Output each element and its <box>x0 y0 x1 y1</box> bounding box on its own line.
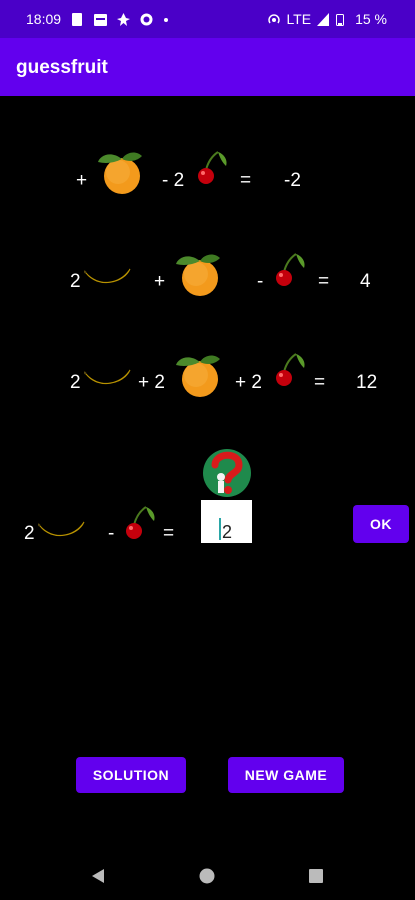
question-operator-2: - <box>108 523 115 544</box>
status-bar: 18:09 LTE 15 % <box>0 0 415 38</box>
signal-icon <box>317 12 330 26</box>
equation-2-coefficient-1: 2 <box>70 271 81 292</box>
cherry-icon <box>275 353 306 387</box>
equation-2-operator-3: - <box>257 271 264 292</box>
app-title: guessfruit <box>16 57 108 78</box>
banana-icon <box>84 369 131 385</box>
equation-2-equals: = <box>318 271 330 292</box>
equation-2-result: 4 <box>360 271 371 292</box>
recents-icon[interactable] <box>308 868 324 884</box>
equation-3-coefficient-1: 2 <box>70 372 81 393</box>
text-cursor <box>219 518 221 540</box>
status-left: 18:09 <box>26 11 176 27</box>
new-game-button[interactable]: NEW GAME <box>228 757 344 793</box>
cherry-icon <box>125 506 156 540</box>
orange-icon <box>176 355 220 397</box>
cherry-icon <box>197 151 228 185</box>
question-mark-icon <box>203 449 251 497</box>
calendar-icon <box>94 13 108 26</box>
banana-icon <box>84 268 131 284</box>
equation-3-equals: = <box>314 372 326 393</box>
equation-3-operator-3: + 2 <box>235 372 262 393</box>
app-notification-icon <box>140 13 153 26</box>
status-right: LTE 15 % <box>267 11 387 27</box>
equation-1-operator-2: - 2 <box>162 170 185 191</box>
status-time: 18:09 <box>26 11 62 27</box>
question-coefficient-1: 2 <box>24 523 35 544</box>
orange-icon <box>98 152 142 194</box>
sim-icon <box>71 12 84 26</box>
dot-icon <box>163 13 176 26</box>
app-bar: guessfruit <box>0 38 415 96</box>
equation-2-operator-2: + <box>154 271 166 292</box>
ok-button[interactable]: OK <box>353 505 409 543</box>
answer-value: 2 <box>222 522 233 542</box>
orange-icon <box>176 254 220 296</box>
equation-3-result: 12 <box>356 372 378 393</box>
solution-button[interactable]: SOLUTION <box>76 757 186 793</box>
notification-icon <box>117 12 131 26</box>
question-equals: = <box>163 523 175 544</box>
hotspot-icon <box>267 13 281 26</box>
network-label: LTE <box>286 11 312 27</box>
equation-1-equals: = <box>240 170 252 191</box>
navigation-bar <box>0 852 415 900</box>
back-icon[interactable] <box>90 868 106 884</box>
banana-icon <box>38 521 85 537</box>
home-icon[interactable] <box>198 867 216 885</box>
cherry-icon <box>275 253 306 287</box>
equation-1-result: -2 <box>284 170 301 191</box>
battery-label: 15 % <box>355 11 387 27</box>
equation-3-operator-2: + 2 <box>138 372 165 393</box>
equation-1-operator-1: + <box>76 170 88 191</box>
battery-icon <box>336 13 349 26</box>
